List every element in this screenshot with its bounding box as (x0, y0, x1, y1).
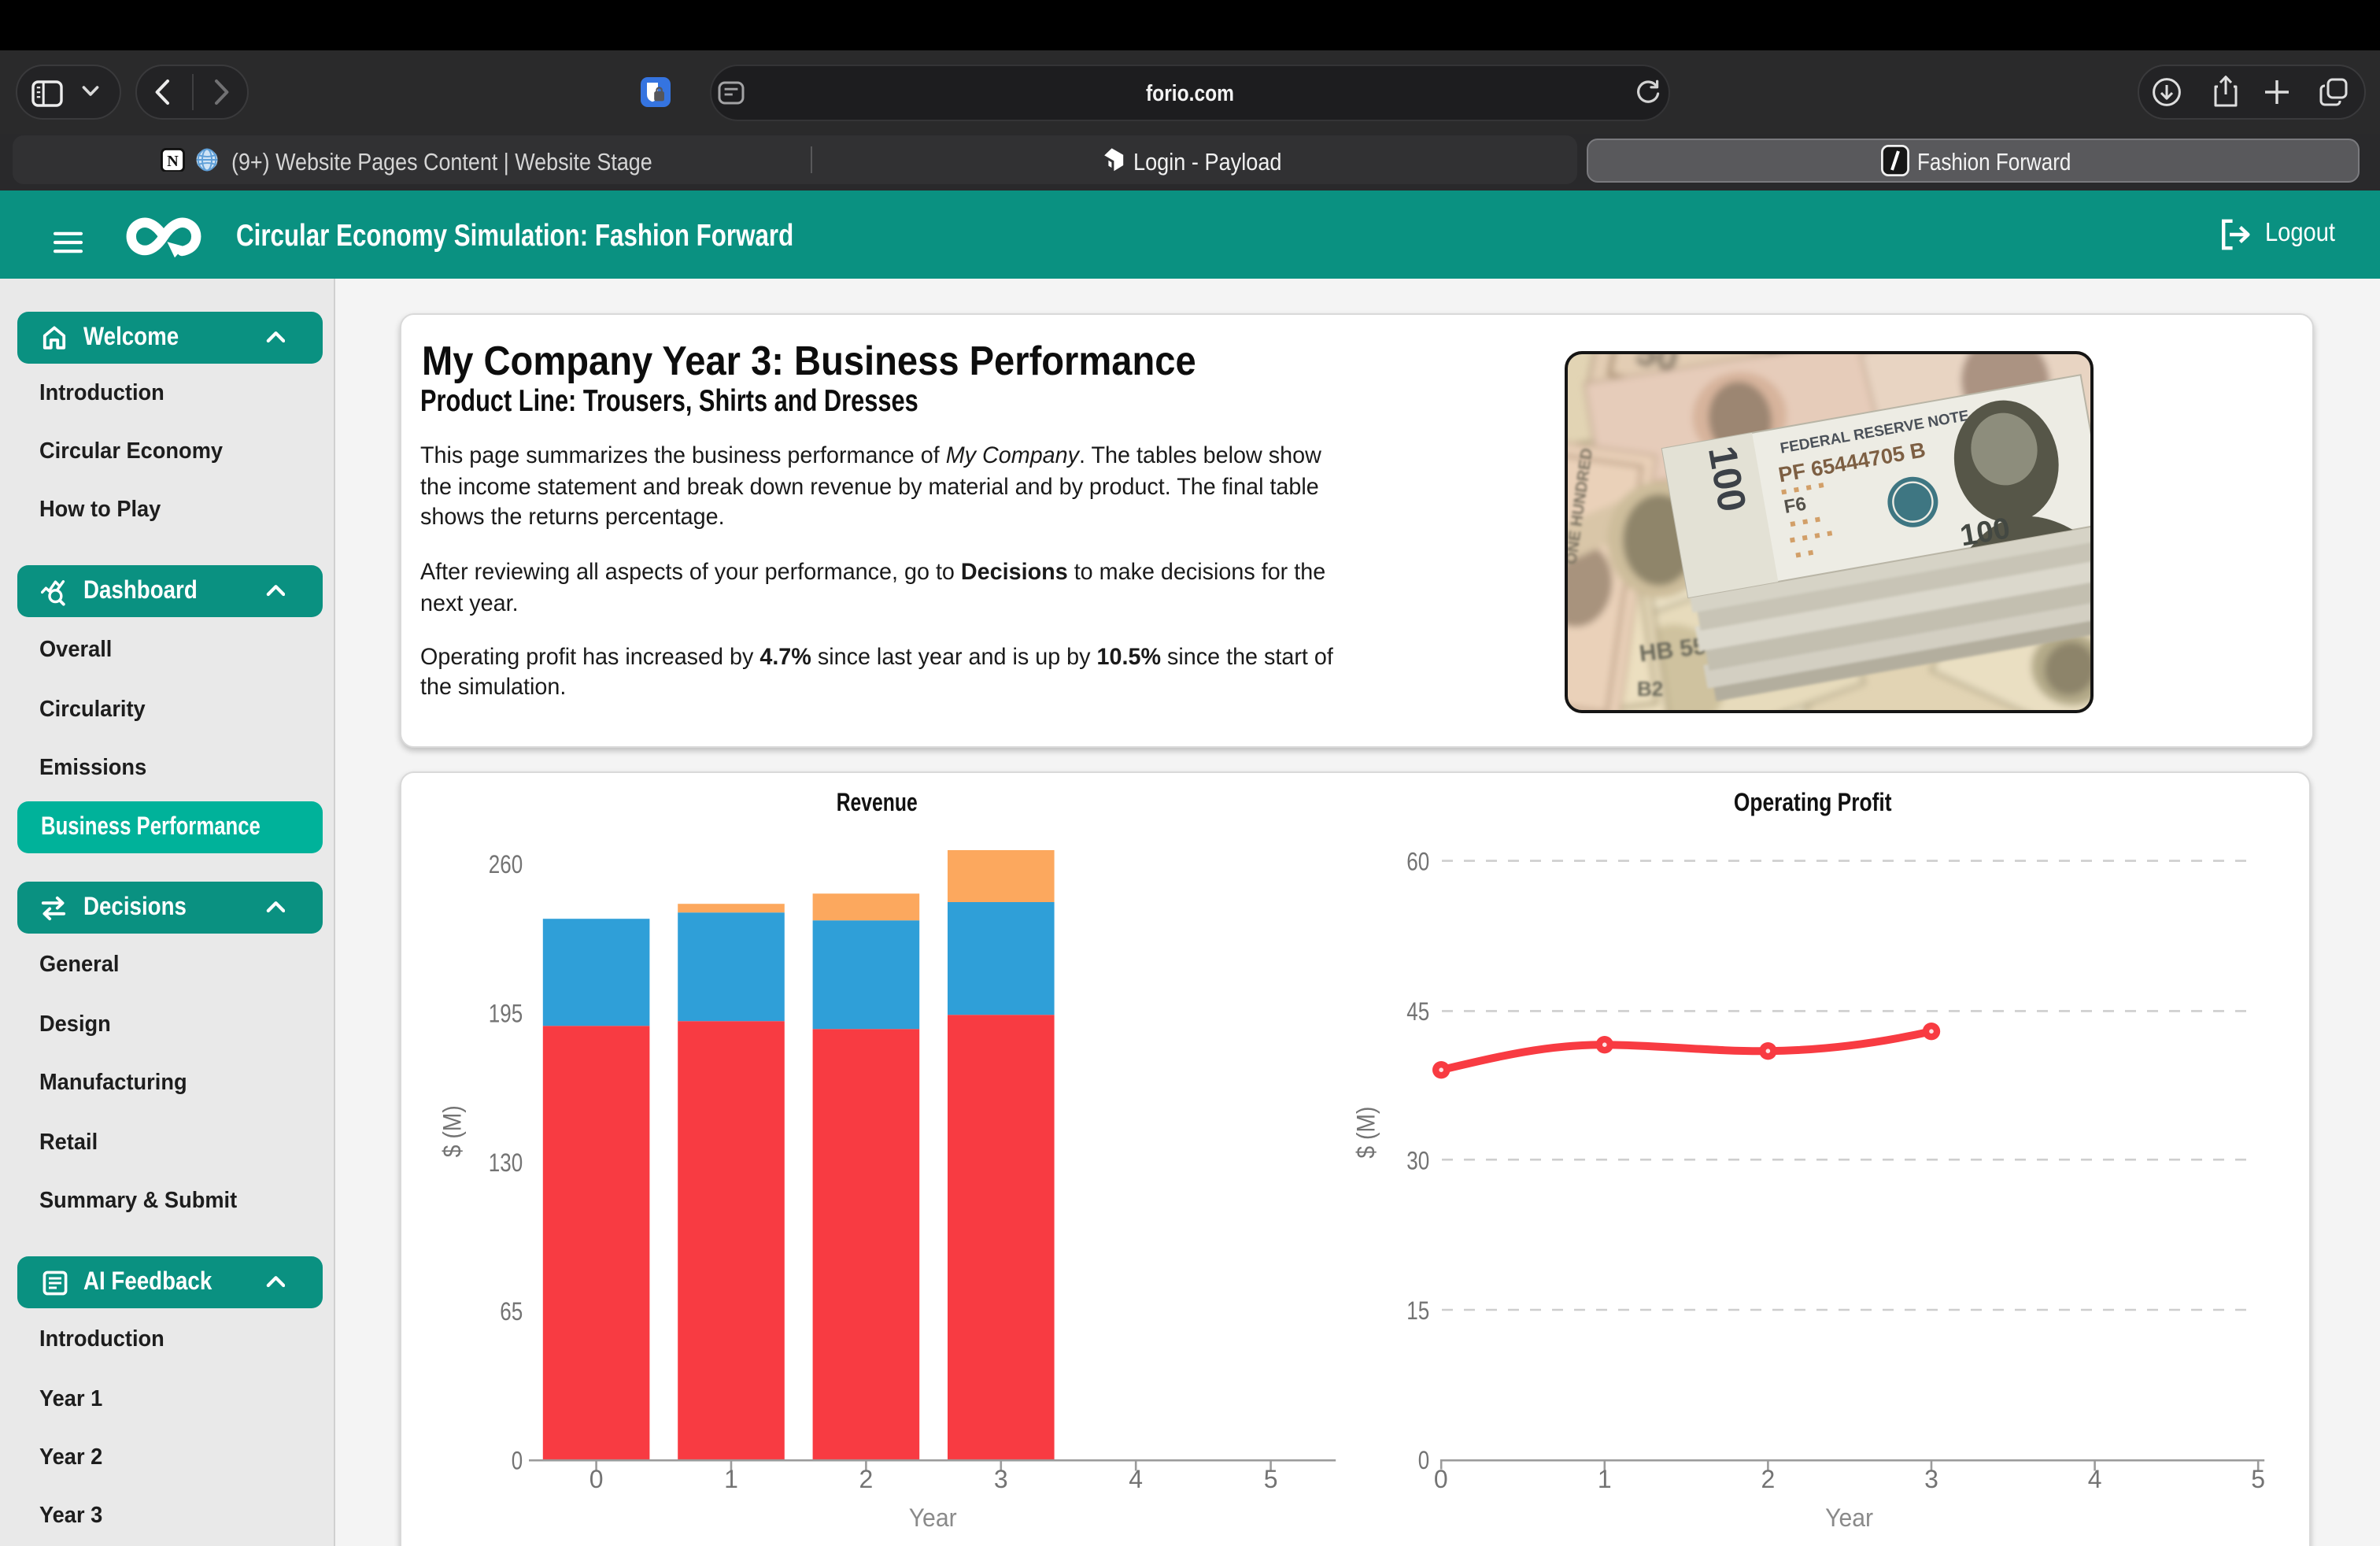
svg-text:Revenue: Revenue (836, 789, 917, 817)
svg-text:0: 0 (589, 1466, 603, 1494)
svg-text:Year: Year (1825, 1504, 1873, 1533)
svg-text:65: 65 (500, 1298, 523, 1326)
svg-text:F6: F6 (1783, 494, 1808, 518)
svg-text:$ (M): $ (M) (1351, 1107, 1380, 1159)
svg-text:5: 5 (2251, 1466, 2265, 1494)
svg-text:0: 0 (1434, 1466, 1448, 1494)
svg-text:30: 30 (1406, 1147, 1429, 1175)
svg-text:4: 4 (1129, 1466, 1143, 1494)
svg-text:2: 2 (859, 1466, 873, 1494)
svg-text:3: 3 (994, 1466, 1008, 1494)
svg-text:N: N (167, 152, 179, 169)
svg-text:2: 2 (1761, 1466, 1775, 1494)
svg-text:Operating Profit: Operating Profit (1734, 789, 1892, 817)
svg-text:$ (M): $ (M) (438, 1106, 466, 1158)
svg-text:5: 5 (1263, 1466, 1277, 1494)
svg-text:260: 260 (489, 851, 523, 879)
svg-text:130: 130 (489, 1149, 523, 1178)
svg-text:4: 4 (2087, 1466, 2101, 1494)
svg-text:3: 3 (1924, 1466, 1938, 1494)
svg-text:1: 1 (724, 1466, 738, 1494)
svg-text:B2: B2 (1637, 677, 1663, 701)
svg-text:15: 15 (1406, 1297, 1429, 1326)
svg-text:1: 1 (1598, 1466, 1612, 1494)
svg-text:0: 0 (1418, 1447, 1429, 1475)
svg-text:0: 0 (512, 1447, 523, 1475)
svg-text:195: 195 (489, 1000, 523, 1028)
svg-text:Year: Year (908, 1504, 956, 1533)
svg-text:45: 45 (1406, 998, 1429, 1026)
svg-text:60: 60 (1406, 848, 1429, 876)
